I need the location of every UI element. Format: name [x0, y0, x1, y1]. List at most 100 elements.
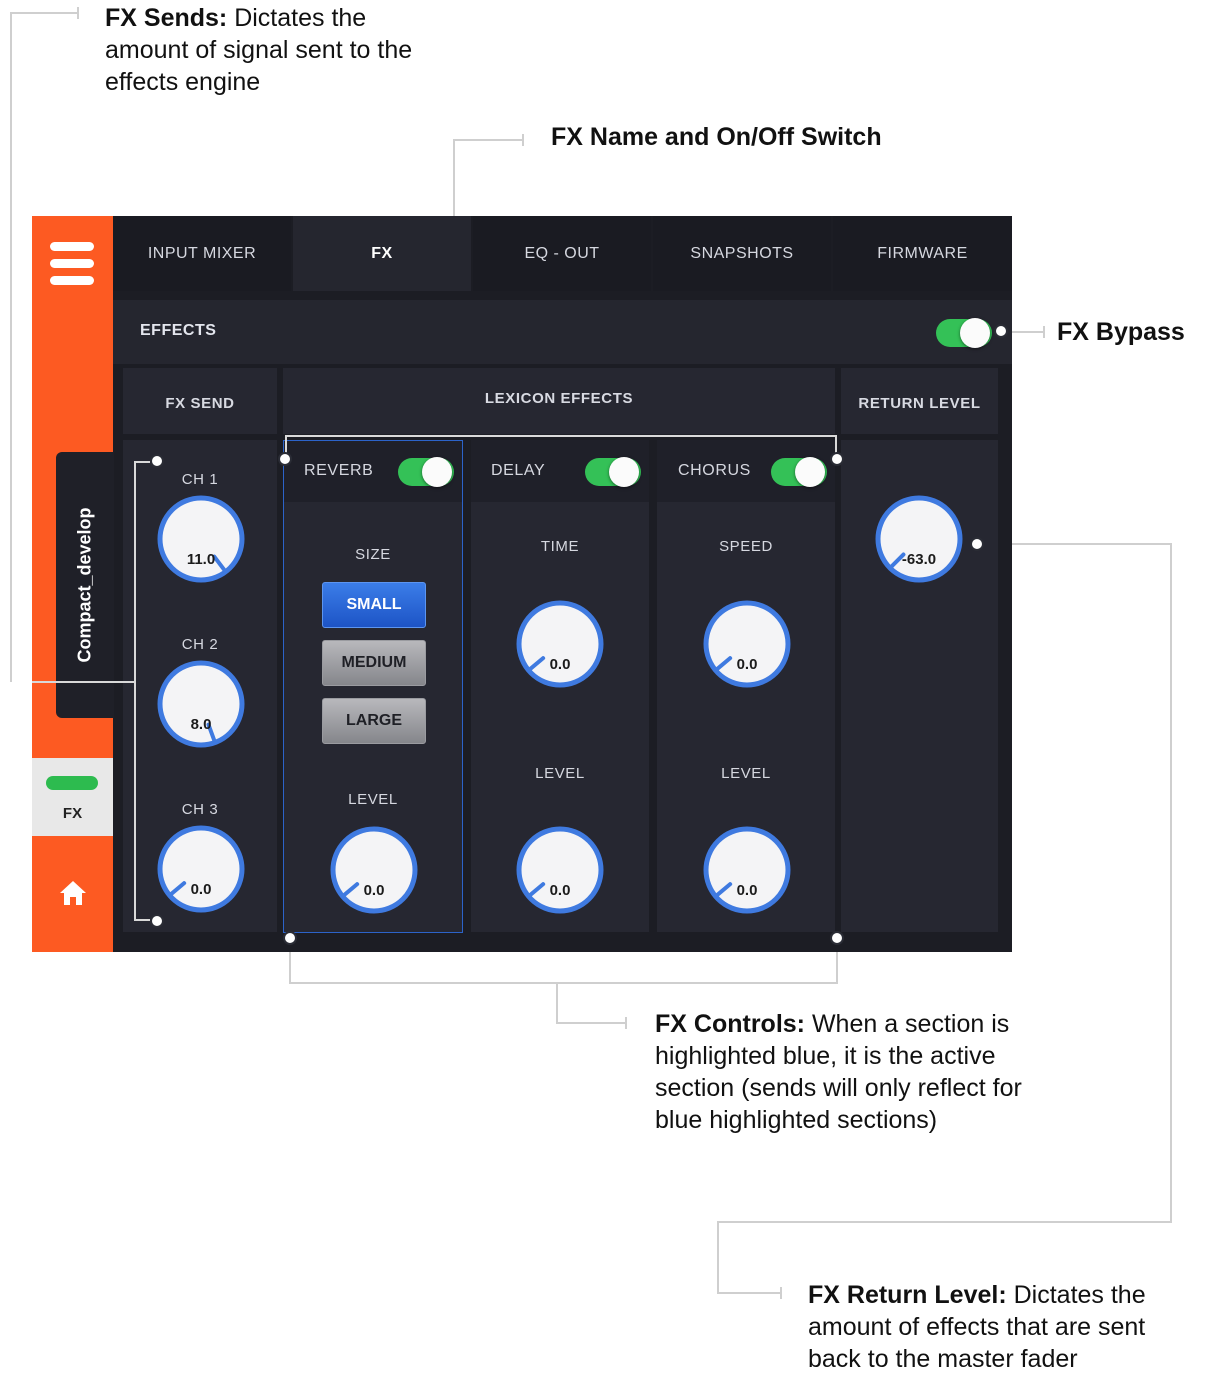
knob-dial-icon [703, 600, 791, 688]
delay-time-value: 0.0 [549, 656, 571, 673]
reverb-toggle[interactable] [398, 457, 454, 487]
callout-dot [994, 324, 1008, 338]
size-small-button[interactable]: SMALL [322, 582, 426, 628]
fx-sends-bracket [32, 681, 135, 683]
size-label: SIZE [355, 546, 391, 563]
delay-level-knob[interactable]: 0.0 [515, 825, 605, 915]
fx-send-label: FX SEND [165, 394, 235, 412]
fx-return-title: FX Return Level: [808, 1281, 1007, 1309]
delay-name: DELAY [491, 462, 546, 479]
chorus-name: CHORUS [678, 462, 751, 479]
fx-controls-note: FX Controls: When a section is highlight… [655, 1008, 1055, 1136]
callout-dot [970, 537, 984, 551]
callout-dot [150, 914, 164, 928]
callout-dot [150, 454, 164, 468]
fx-bypass-note: FX Bypass [1057, 318, 1185, 346]
knob-dial-icon [157, 825, 245, 913]
callout-tick [625, 1017, 627, 1029]
time-label: TIME [540, 538, 580, 555]
fx-controls-title: FX Controls: [655, 1010, 805, 1038]
callout-dot [278, 452, 292, 466]
sidebar: Compact_develop FX [32, 216, 114, 952]
hamburger-menu-icon[interactable] [50, 242, 94, 286]
callout-line [10, 12, 12, 682]
tab-eq-out[interactable]: EQ - OUT [473, 216, 651, 291]
callout-line [453, 139, 523, 141]
ch1-label: CH 1 [181, 471, 219, 488]
ch1-send-knob[interactable]: 11.0 [156, 494, 246, 584]
ch3-send-knob[interactable]: 0.0 [156, 824, 246, 914]
knob-dial-icon [157, 660, 245, 748]
callout-dot [830, 931, 844, 945]
tab-snapshots[interactable]: SNAPSHOTS [653, 216, 831, 291]
knob-dial-icon [330, 826, 418, 914]
knob-dial-icon [516, 826, 604, 914]
tab-label: FIRMWARE [877, 244, 968, 262]
reverb-level-label: LEVEL [348, 791, 398, 808]
callout-line [984, 543, 1171, 545]
size-medium-button[interactable]: MEDIUM [322, 640, 426, 686]
home-icon[interactable] [57, 878, 89, 908]
fx-sends-note: FX Sends: Dictates the amount of signal … [105, 2, 450, 98]
knob-dial-icon [875, 495, 963, 583]
lexicon-effects-label: LEXICON EFFECTS [484, 390, 634, 407]
chorus-toggle[interactable] [771, 457, 827, 487]
tab-label: EQ - OUT [524, 244, 600, 262]
knob-dial-icon [516, 600, 604, 688]
fx-bypass-toggle[interactable] [936, 318, 992, 348]
callout-tick [1043, 326, 1045, 338]
return-level-header: RETURN LEVEL [841, 368, 998, 434]
fx-name-bracket [835, 435, 837, 453]
device-name: Compact_develop [74, 507, 95, 663]
fx-sends-bracket [134, 919, 150, 921]
ch1-send-value: 11.0 [186, 551, 216, 568]
device-tab[interactable]: Compact_develop [56, 452, 114, 718]
callout-tick [780, 1287, 782, 1299]
chorus-level-value: 0.0 [736, 882, 758, 899]
tab-firmware[interactable]: FIRMWARE [833, 216, 1012, 291]
ch2-label: CH 2 [181, 636, 219, 653]
callout-dot [283, 931, 297, 945]
callout-line [556, 982, 558, 1024]
knob-dial-icon [157, 495, 245, 583]
fx-send-header: FX SEND [123, 368, 277, 434]
fx-sidebar-label: FX [62, 805, 83, 822]
fx-name-bracket [285, 435, 837, 437]
ch2-send-value: 8.0 [190, 716, 212, 733]
reverb-header: REVERB [283, 440, 463, 502]
delay-toggle[interactable] [585, 457, 641, 487]
callout-line [1170, 543, 1172, 1223]
fx-sidebar-button[interactable]: FX [32, 758, 113, 836]
effects-bar: EFFECTS [113, 300, 1012, 364]
callout-line [10, 12, 78, 14]
fx-send-panel: CH 1 11.0 CH 2 8.0 CH 3 0.0 [123, 440, 277, 932]
lexicon-effects-header: LEXICON EFFECTS [283, 368, 835, 434]
tab-input-mixer[interactable]: INPUT MIXER [113, 216, 291, 291]
chorus-speed-knob[interactable]: 0.0 [702, 599, 792, 689]
delay-time-knob[interactable]: 0.0 [515, 599, 605, 689]
effects-label: EFFECTS [140, 322, 217, 339]
callout-line [717, 1292, 781, 1294]
fx-name-note: FX Name and On/Off Switch [551, 123, 882, 151]
callout-tick [522, 134, 524, 146]
callout-line [1008, 331, 1044, 333]
return-level-value: -63.0 [901, 551, 937, 568]
ch3-send-value: 0.0 [190, 881, 212, 898]
fx-sends-bracket [134, 461, 150, 463]
tab-fx[interactable]: FX [293, 216, 471, 291]
fx-sends-title: FX Sends: [105, 4, 228, 32]
delay-header: DELAY [471, 440, 649, 502]
size-large-button[interactable]: LARGE [322, 698, 426, 744]
callout-tick [77, 7, 79, 19]
chorus-level-knob[interactable]: 0.0 [702, 825, 792, 915]
callout-line [289, 982, 838, 984]
tab-label: FX [371, 244, 393, 262]
tab-label: INPUT MIXER [147, 244, 257, 262]
delay-level-label: LEVEL [535, 765, 585, 782]
speed-label: SPEED [719, 538, 773, 555]
fx-sends-bracket [134, 461, 136, 921]
reverb-level-knob[interactable]: 0.0 [329, 825, 419, 915]
return-level-knob[interactable]: -63.0 [874, 494, 964, 584]
callout-line [556, 1022, 626, 1024]
ch2-send-knob[interactable]: 8.0 [156, 659, 246, 749]
